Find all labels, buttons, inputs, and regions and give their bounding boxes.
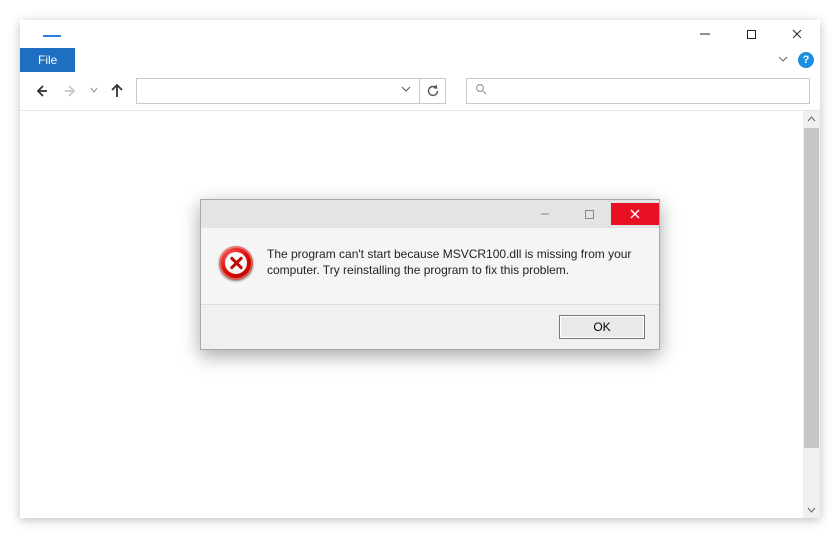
error-dialog: The program can't start because MSVCR100… (200, 199, 660, 350)
ribbon-expand-icon[interactable] (774, 54, 792, 67)
history-dropdown-icon[interactable] (90, 86, 98, 96)
minimize-button[interactable] (682, 20, 728, 48)
window-controls (682, 20, 820, 48)
address-dropdown-icon[interactable] (393, 84, 419, 97)
content-area: The program can't start because MSVCR100… (20, 110, 820, 518)
vertical-scrollbar[interactable] (803, 111, 820, 518)
ribbon-tabs: File ? (20, 48, 820, 72)
ok-button[interactable]: OK (559, 315, 645, 339)
up-button[interactable] (106, 80, 128, 102)
maximize-button[interactable] (728, 20, 774, 48)
help-button[interactable]: ? (798, 52, 814, 68)
dialog-minimize-button[interactable] (523, 203, 567, 225)
dialog-body: The program can't start because MSVCR100… (201, 228, 659, 304)
search-input[interactable] (466, 78, 810, 104)
dialog-close-button[interactable] (611, 203, 659, 225)
navigation-row (20, 72, 820, 110)
app-icon-glyph (43, 35, 61, 37)
dialog-message: The program can't start because MSVCR100… (267, 246, 637, 278)
dialog-maximize-button[interactable] (567, 203, 611, 225)
back-button[interactable] (30, 80, 52, 102)
dialog-titlebar (201, 200, 659, 228)
scroll-up-icon[interactable] (803, 111, 820, 128)
forward-button[interactable] (60, 80, 82, 102)
dialog-footer: OK (201, 304, 659, 349)
close-button[interactable] (774, 20, 820, 48)
scroll-thumb[interactable] (804, 128, 819, 448)
explorer-window: File ? (20, 20, 820, 518)
file-tab[interactable]: File (20, 48, 75, 72)
search-icon (475, 83, 487, 98)
app-icon (32, 26, 72, 46)
scroll-down-icon[interactable] (803, 501, 820, 518)
ok-button-label: OK (593, 320, 610, 334)
address-bar[interactable] (136, 78, 446, 104)
file-tab-label: File (38, 53, 57, 67)
window-titlebar (20, 20, 820, 48)
refresh-button[interactable] (419, 78, 445, 104)
error-icon (219, 246, 253, 280)
ribbon-right-controls: ? (774, 48, 820, 72)
